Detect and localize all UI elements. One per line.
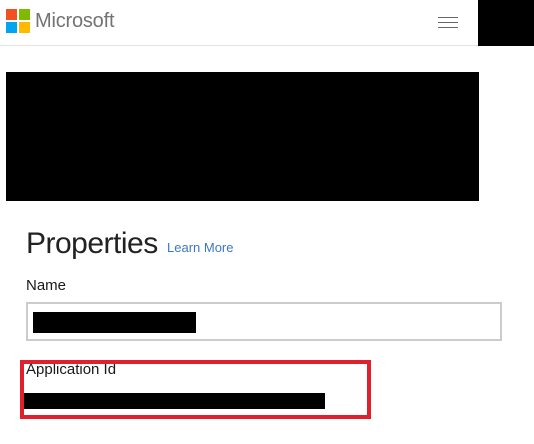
microsoft-logo-icon: [6, 9, 30, 33]
redacted-banner: [6, 72, 479, 201]
properties-heading: Properties: [26, 227, 158, 260]
app-registration-page: Microsoft Properties Learn More Name App…: [0, 0, 534, 444]
top-header: Microsoft: [0, 0, 534, 46]
redacted-header-area: [478, 0, 534, 46]
redacted-name-value: [33, 312, 196, 333]
application-id-highlight: [20, 360, 371, 419]
hamburger-menu-icon[interactable]: [434, 12, 462, 34]
logo-square-green: [19, 9, 30, 20]
logo-square-blue: [6, 22, 17, 33]
name-label: Name: [26, 277, 67, 294]
logo-square-yellow: [19, 22, 30, 33]
learn-more-link[interactable]: Learn More: [167, 240, 233, 256]
logo-square-red: [6, 9, 17, 20]
brand-name: Microsoft: [35, 10, 115, 32]
